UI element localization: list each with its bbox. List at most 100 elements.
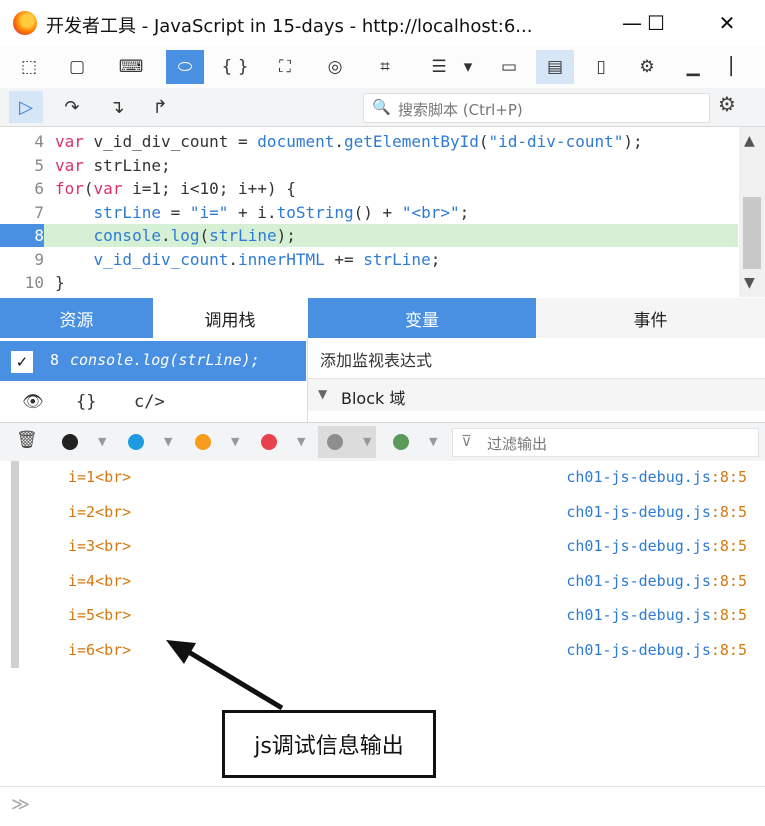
chevron-down-icon[interactable]: ▼: [164, 435, 172, 448]
performance-icon[interactable]: ⛶: [266, 50, 304, 84]
line-number[interactable]: 9: [0, 248, 44, 271]
line-number[interactable]: 6: [0, 177, 44, 200]
log-level-filter-1[interactable]: [128, 434, 144, 450]
log-level-filter-3[interactable]: [261, 434, 277, 450]
code-editor[interactable]: 4 var v_id_div_count = document.getElemen…: [0, 127, 765, 297]
step-in-button[interactable]: ↴: [100, 91, 134, 123]
code-token: toString: [276, 202, 354, 222]
code-token: i=1; i<10; i++) {: [122, 179, 296, 198]
tab-sources[interactable]: 资源: [0, 298, 153, 338]
options-icon-glyph: ☰: [431, 57, 447, 77]
split-icon[interactable]: ▭: [490, 50, 528, 84]
more-icon[interactable]: ▾: [458, 50, 478, 84]
responsive-icon[interactable]: ▢: [58, 50, 96, 84]
code-line[interactable]: 6 for(var i=1; i<10; i++) {: [0, 177, 738, 200]
console-message: i=1<br> ch01-js-debug.js:8:5: [0, 461, 765, 495]
tab-call-stack[interactable]: 调用栈: [153, 298, 307, 339]
source-location-link[interactable]: ch01-js-debug.js:8:5: [566, 503, 747, 521]
tab-variables[interactable]: 变量: [308, 298, 536, 338]
console-input[interactable]: ≫: [0, 786, 765, 826]
source-file: ch01-js-debug.js: [566, 468, 711, 486]
chevron-down-icon[interactable]: ▼: [363, 435, 371, 448]
console-filter-input[interactable]: ⊽ 过滤输出: [452, 428, 759, 457]
console-split-icon[interactable]: ▤: [536, 50, 574, 84]
log-level-filter-4[interactable]: [327, 434, 343, 450]
step-out-button[interactable]: ↱: [143, 91, 177, 123]
storage-icon[interactable]: ⌗: [366, 50, 404, 84]
style-editor-icon-glyph: { }: [221, 57, 249, 77]
code-token: innerHTML: [238, 249, 325, 269]
source-location-link[interactable]: ch01-js-debug.js:8:5: [566, 468, 747, 486]
filter-placeholder: 过滤输出: [487, 435, 548, 453]
step-over-button[interactable]: ↷: [55, 91, 89, 123]
line-number[interactable]: 4: [0, 130, 44, 153]
debugger-settings-gear-icon[interactable]: ⚙: [718, 92, 736, 116]
code-token: =: [160, 202, 190, 222]
console-icon[interactable]: ⌨: [112, 50, 150, 84]
stack-frame-row[interactable]: ✓ 8 console.log(strLine);: [0, 341, 306, 381]
add-watch-expression[interactable]: 添加监视表达式: [320, 347, 432, 371]
code-line[interactable]: 9 v_id_div_count.innerHTML += strLine;: [0, 248, 738, 271]
code-token: getElementById: [344, 132, 479, 151]
pretty-print-braces-icon[interactable]: {}: [76, 392, 96, 412]
log-level-filter-2[interactable]: [195, 434, 211, 450]
line-number[interactable]: 7: [0, 201, 44, 224]
eye-icon[interactable]: 👁: [22, 392, 44, 412]
chevron-down-icon[interactable]: ▼: [297, 435, 305, 448]
code-line[interactable]: 7 strLine = "i=" + i.toString() + "<br>"…: [0, 201, 738, 224]
tab-events[interactable]: 事件: [536, 298, 765, 339]
performance-icon-glyph: ⛶: [279, 57, 291, 77]
device-icon-glyph: ▯: [596, 57, 606, 77]
line-number[interactable]: 8: [0, 224, 44, 247]
scroll-up-icon[interactable]: ▲: [744, 133, 755, 149]
message-text: i=1<br>: [68, 468, 132, 486]
script-search-input[interactable]: 🔍 搜索脚本 (Ctrl+P): [363, 93, 710, 123]
blackbox-tag-icon[interactable]: c/>: [134, 392, 165, 412]
settings-icon[interactable]: ⚙: [628, 50, 666, 84]
line-number[interactable]: 5: [0, 154, 44, 177]
breakpoint-checkbox[interactable]: ✓: [11, 351, 33, 373]
log-level-filter-5[interactable]: [393, 434, 409, 450]
source-file: ch01-js-debug.js: [566, 571, 711, 590]
source-location-link[interactable]: ch01-js-debug.js:8:5: [566, 537, 747, 555]
code-line[interactable]: 5 var strLine;: [0, 154, 738, 177]
code-token: "<br>": [401, 202, 460, 222]
maximize-button[interactable]: ☐: [633, 4, 679, 42]
line-number[interactable]: 10: [0, 271, 44, 294]
source-location-link[interactable]: ch01-js-debug.js:8:5: [566, 572, 747, 590]
scroll-down-icon[interactable]: ▼: [744, 275, 755, 291]
source-location-link[interactable]: ch01-js-debug.js:8:5: [566, 641, 747, 659]
log-level-filter-0[interactable]: [62, 434, 78, 450]
collapse-triangle-icon[interactable]: ▼: [318, 387, 327, 401]
resume-button[interactable]: ▷: [9, 91, 43, 123]
chevron-down-icon[interactable]: ▼: [429, 435, 437, 448]
dock-side-icon[interactable]: ▏: [718, 50, 756, 84]
device-icon[interactable]: ▯: [582, 50, 620, 84]
scope-header[interactable]: ▼ Block 域: [308, 378, 765, 411]
debugger-icon[interactable]: ⬭: [166, 50, 204, 84]
network-icon-glyph: ◎: [327, 57, 343, 77]
dock-bottom-icon[interactable]: ▁: [674, 50, 712, 84]
code-token: var: [55, 155, 84, 175]
trash-icon[interactable]: 🗑: [16, 430, 38, 450]
chevron-down-icon[interactable]: ▼: [231, 435, 239, 448]
source-location-link[interactable]: ch01-js-debug.js:8:5: [566, 606, 747, 624]
code-text: var v_id_div_count = document.getElement…: [55, 130, 643, 153]
pick-element-icon-glyph: ⬚: [20, 57, 38, 77]
scrollbar-thumb[interactable]: [743, 197, 761, 269]
source-file: ch01-js-debug.js: [566, 606, 711, 624]
chevron-down-icon[interactable]: ▼: [98, 435, 106, 448]
close-button[interactable]: ✕: [704, 4, 750, 42]
code-token: );: [276, 226, 296, 245]
pick-element-icon[interactable]: ⬚: [10, 50, 48, 84]
code-line[interactable]: 8 console.log(strLine);: [0, 224, 738, 247]
code-line[interactable]: 10}: [0, 271, 738, 294]
editor-scrollbar[interactable]: ▲ ▼: [739, 127, 765, 297]
style-editor-icon[interactable]: { }: [216, 50, 254, 84]
more-icon-glyph: ▾: [463, 57, 473, 77]
console-message: i=6<br> ch01-js-debug.js:8:5: [0, 634, 765, 668]
code-token: (: [83, 179, 94, 198]
code-line[interactable]: 4 var v_id_div_count = document.getElemen…: [0, 130, 738, 153]
network-icon[interactable]: ◎: [316, 50, 354, 84]
options-icon[interactable]: ☰: [420, 50, 458, 84]
